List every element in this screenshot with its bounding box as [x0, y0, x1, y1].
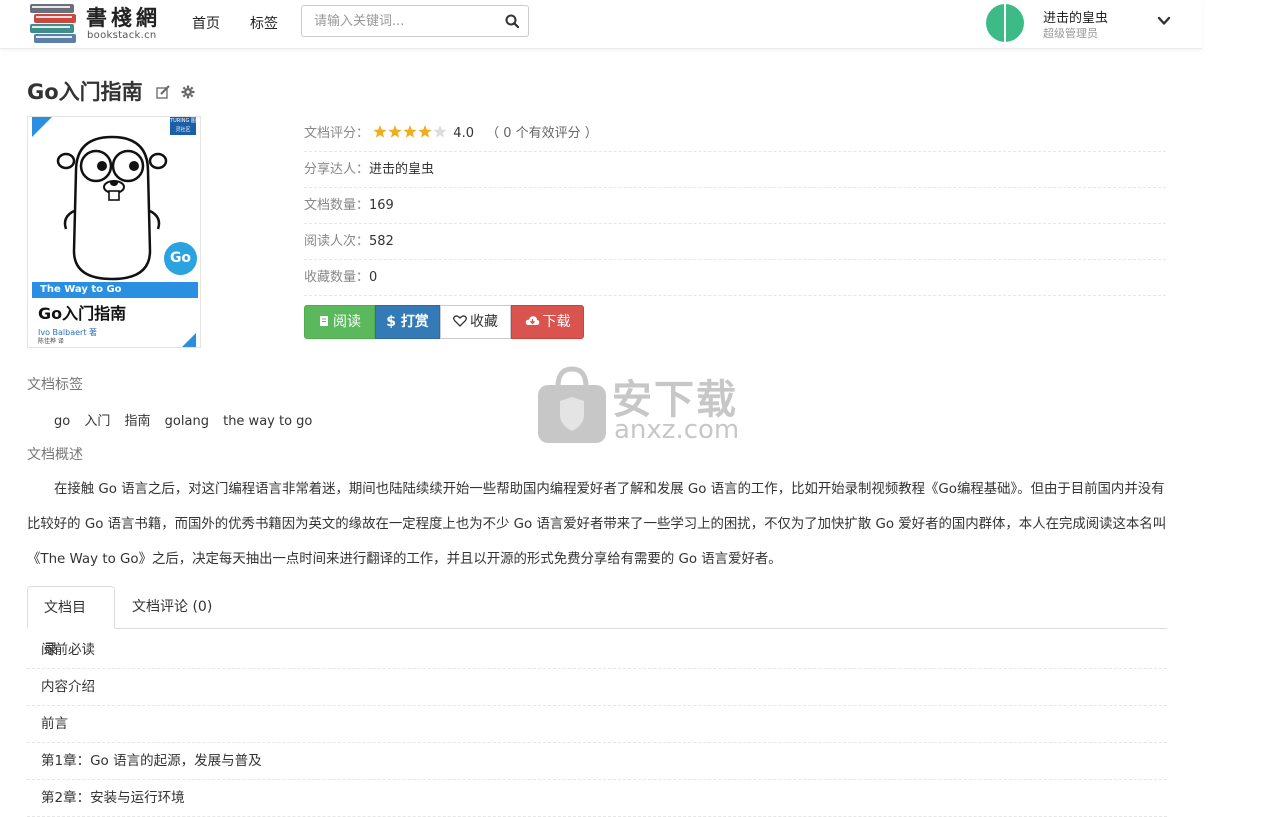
heart-icon	[453, 314, 467, 327]
user-avatar[interactable]	[986, 4, 1024, 42]
tag-item[interactable]: 入门	[84, 414, 110, 429]
toc-item[interactable]: 第1章：Go 语言的起源，发展与普及	[27, 743, 1167, 780]
star-icon	[388, 125, 402, 138]
tip-button[interactable]: $ 打赏	[375, 305, 440, 339]
info-row-doc-count: 文档数量：169	[304, 188, 1166, 224]
user-name[interactable]: 进击的皇虫	[1043, 7, 1108, 26]
book-icon	[320, 315, 328, 326]
rating-count: （ 0 个有效评分 ）	[486, 126, 598, 141]
info-row-read-count: 阅读人次：582	[304, 224, 1166, 260]
star-icon	[418, 125, 432, 138]
watermark: 安下载 anxz.com	[536, 365, 756, 449]
sharer-value[interactable]: 进击的皇虫	[369, 162, 434, 177]
star-icon	[403, 125, 417, 138]
favorite-button[interactable]: 收藏	[440, 305, 511, 339]
gopher-mascot-icon	[56, 135, 168, 281]
user-role: 超级管理员	[1043, 27, 1098, 40]
top-navbar: 書棧網 bookstack.cn 首页 标签 进击的皇虫 超级管理员	[0, 0, 1202, 49]
search-input[interactable]	[302, 6, 516, 36]
tab-toc[interactable]: 文档目录	[27, 586, 115, 658]
toc-item[interactable]: 第2章：安装与运行环境	[27, 780, 1167, 817]
info-row-sharer: 分享达人：进击的皇虫	[304, 152, 1166, 188]
sharer-label: 分享达人：	[304, 162, 370, 177]
page-title: Go入门指南	[27, 80, 143, 104]
tags-section-label: 文档标签	[27, 377, 83, 393]
dollar-icon: $	[386, 314, 401, 330]
favorite-button-label: 收藏	[470, 314, 498, 330]
nav-tags-link[interactable]: 标签	[250, 13, 278, 33]
download-button-label: 下载	[542, 314, 571, 330]
rating-value: 4.0	[453, 126, 474, 141]
cover-corner-decoration	[182, 333, 196, 347]
download-button[interactable]: 下载	[511, 305, 584, 339]
search-box	[301, 5, 529, 37]
shopping-bag-icon	[538, 366, 606, 443]
toc-item[interactable]: 前言	[27, 706, 1167, 743]
doc-count-value: 169	[369, 198, 394, 213]
toc-list: 阅前必读 内容介绍 前言 第1章：Go 语言的起源，发展与普及 第2章：安装与运…	[27, 632, 1167, 817]
tag-item[interactable]: golang	[165, 414, 209, 429]
toc-item[interactable]: 阅前必读	[27, 632, 1167, 669]
cover-band: The Way to Go	[32, 282, 198, 298]
star-icon	[373, 125, 387, 138]
watermark-url: anxz.com	[614, 415, 740, 445]
star-rating-icon	[373, 125, 447, 138]
cover-corner-decoration	[32, 117, 52, 137]
read-count-label: 阅读人次：	[304, 234, 370, 249]
read-button-label: 阅读	[333, 314, 361, 330]
cover-title: Go入门指南	[38, 304, 127, 323]
tag-item[interactable]: go	[54, 414, 70, 429]
edit-icon[interactable]	[156, 85, 170, 99]
doc-count-label: 文档数量：	[304, 198, 370, 213]
cloud-download-icon	[525, 315, 539, 325]
tag-list: go 入门 指南 golang the way to go	[54, 410, 322, 429]
books-logo-icon	[30, 4, 76, 43]
chevron-down-icon[interactable]	[1157, 14, 1171, 28]
logo-url: bookstack.cn	[87, 30, 157, 41]
tag-item[interactable]: the way to go	[223, 414, 312, 429]
fav-count-value: 0	[369, 270, 378, 285]
fav-count-label: 收藏数量：	[304, 270, 370, 285]
read-button[interactable]: 阅读	[304, 305, 375, 339]
rating-label: 文档评分：	[304, 126, 370, 141]
info-row-rating: 文档评分： 4.0 （ 0 个有效评分 ）	[304, 116, 1166, 152]
tip-button-label: 打赏	[400, 314, 429, 330]
summary-section-label: 文档概述	[27, 447, 83, 463]
go-badge: Go	[164, 242, 197, 275]
toc-item[interactable]: 内容介绍	[27, 669, 1167, 706]
star-icon	[433, 125, 447, 138]
tag-item[interactable]: 指南	[125, 414, 151, 429]
site-logo[interactable]: 書棧網 bookstack.cn	[28, 0, 168, 48]
info-row-fav-count: 收藏数量：0	[304, 260, 1166, 296]
summary-text: 在接触 Go 语言之后，对这门编程语言非常着迷，期间也陆陆续续开始一些帮助国内编…	[27, 482, 1167, 567]
cover-publisher-badge: TURING 图灵社区	[170, 117, 196, 135]
watermark-text: 安下载	[612, 377, 738, 423]
book-cover[interactable]: TURING 图灵社区 Go The Way to Go Go入门指南 Ivo …	[27, 116, 201, 348]
read-count-value: 582	[369, 234, 394, 249]
tab-comments[interactable]: 文档评论 (0)	[116, 586, 228, 628]
logo-text: 書棧網	[86, 5, 161, 30]
nav-home-link[interactable]: 首页	[192, 13, 220, 33]
search-icon[interactable]	[505, 14, 519, 28]
cover-translator: 陈佳桦 译	[38, 338, 64, 345]
gear-icon[interactable]	[181, 85, 195, 99]
content-tabs: 文档目录 文档评论 (0)	[27, 586, 1167, 658]
